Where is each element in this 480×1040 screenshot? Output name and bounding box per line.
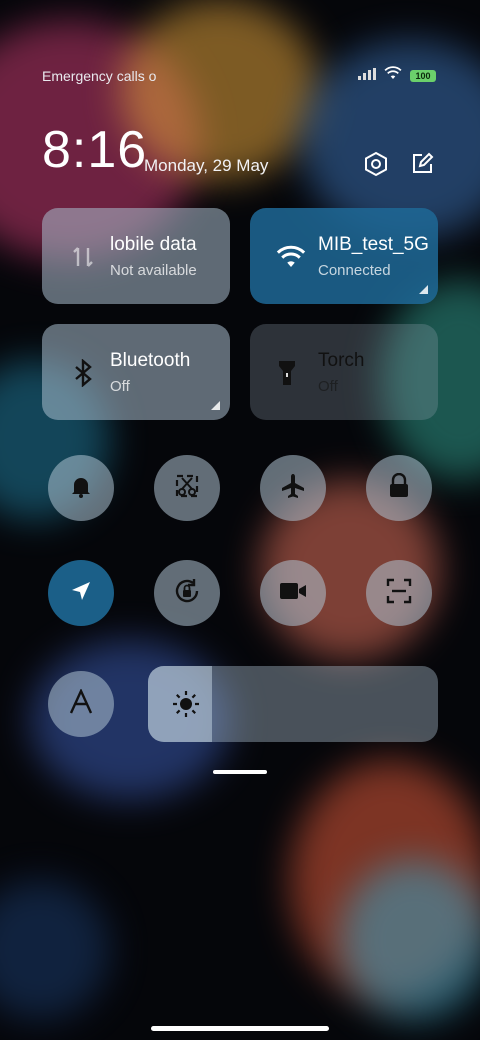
tile-torch[interactable]: Torch Off [250,324,438,420]
bell-icon [68,473,94,504]
screenshot-toggle[interactable] [154,455,220,521]
font-icon [68,687,94,720]
bluetooth-icon [68,358,98,388]
mobile-data-icon [68,242,98,272]
scissors-icon [173,472,201,505]
airplane-icon [279,472,307,505]
signal-icon [358,67,376,85]
tile-mobile-data-status: Not available [110,262,197,279]
tile-bluetooth-label: Bluetooth [110,350,191,371]
video-camera-icon [278,580,308,607]
wifi-icon [276,242,306,272]
airplane-toggle[interactable] [260,455,326,521]
panel-drag-handle[interactable] [213,770,267,774]
sun-icon [172,690,200,718]
status-icons: 100 [358,66,436,85]
location-icon [69,579,93,608]
rotation-lock-icon [172,576,202,611]
brightness-slider[interactable] [148,666,438,742]
ring-toggle[interactable] [48,455,114,521]
expand-corner-icon [211,401,220,410]
wifi-icon [384,66,402,85]
tile-bluetooth-status: Off [110,378,130,395]
home-indicator[interactable] [151,1026,329,1031]
clock-date: Monday, 29 May [144,156,269,175]
tile-wifi-label: MIB_test_5G [318,234,429,255]
lock-toggle[interactable] [366,455,432,521]
location-toggle[interactable] [48,560,114,626]
rotation-lock-toggle[interactable] [154,560,220,626]
battery-icon: 100 [410,69,436,82]
tile-torch-status: Off [318,378,338,395]
torch-icon [272,358,302,388]
tile-wifi-status: Connected [318,262,391,279]
tile-mobile-data-label: lobile data [110,234,197,255]
scanner-toggle[interactable] [366,560,432,626]
scan-icon [385,577,413,610]
screen-record-toggle[interactable] [260,560,326,626]
expand-corner-icon [419,285,428,294]
clock-time: 8:16 [42,121,148,179]
tile-bluetooth[interactable]: Bluetooth Off [42,324,230,420]
edit-icon[interactable] [408,150,436,178]
settings-hex-icon[interactable] [362,150,390,178]
tile-torch-label: Torch [318,350,365,371]
tile-wifi[interactable]: MIB_test_5G Connected [250,208,438,304]
tile-mobile-data[interactable]: lobile data Not available [42,208,230,304]
font-toggle[interactable] [48,671,114,737]
lock-icon [387,472,411,504]
carrier-text: Emergency calls o [42,68,157,84]
